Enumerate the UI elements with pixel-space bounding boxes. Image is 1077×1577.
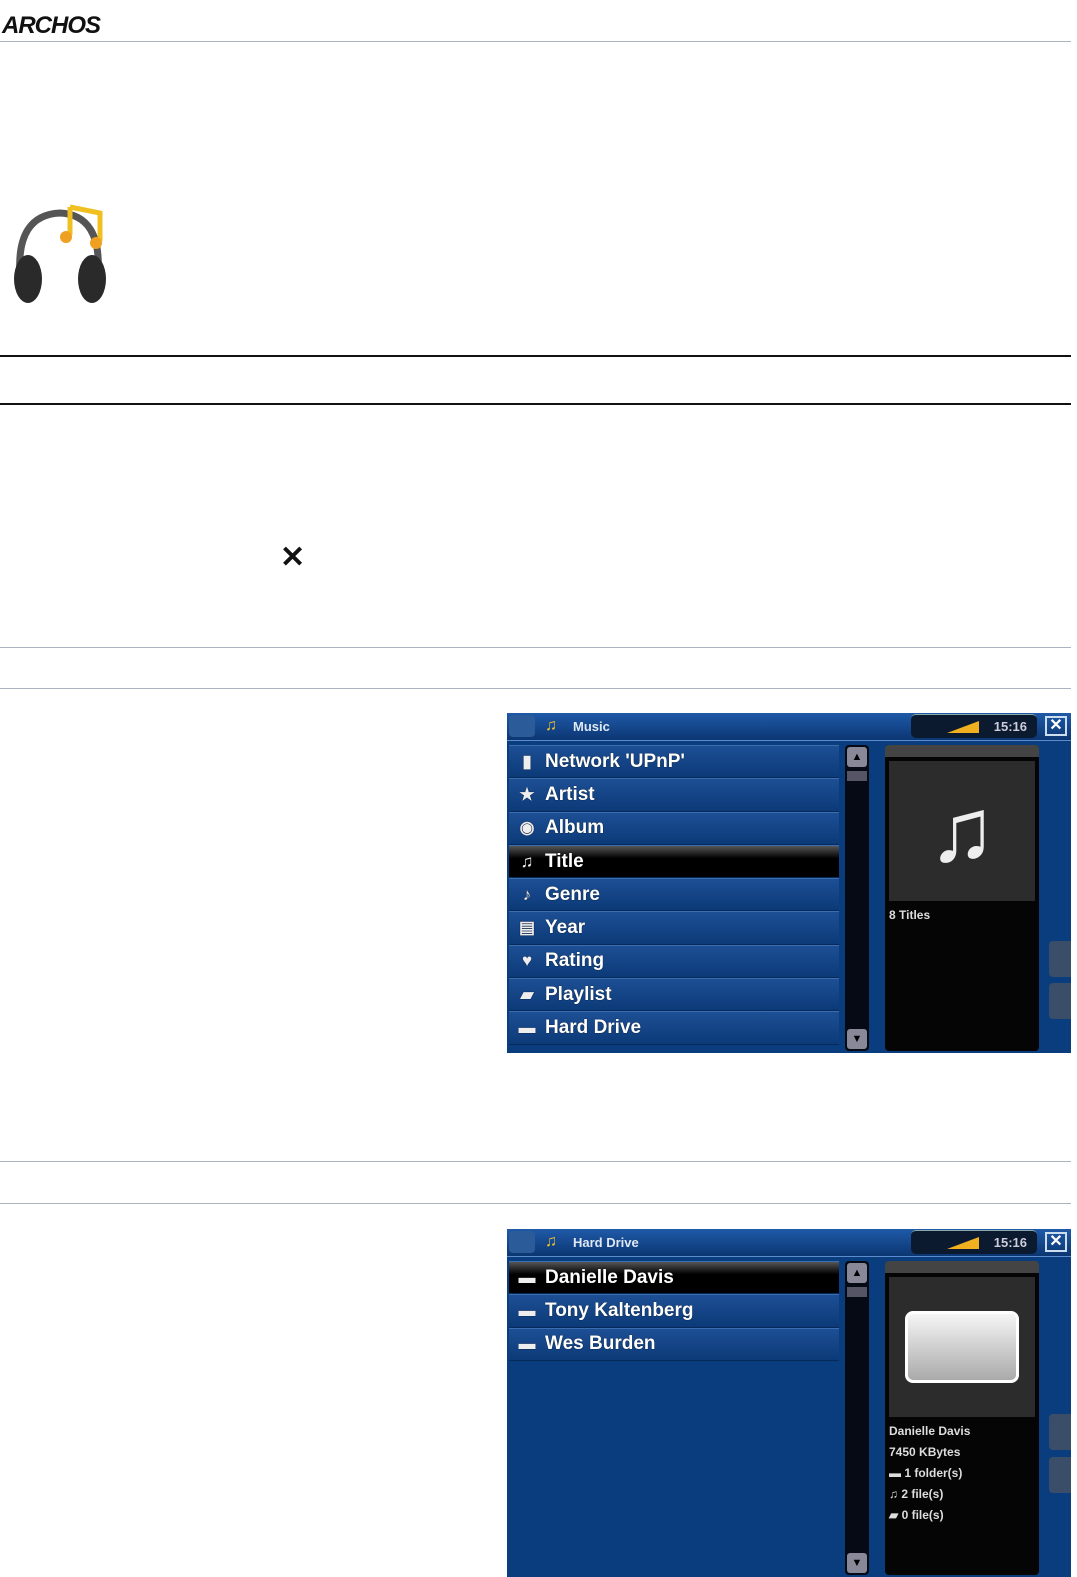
list-item-label: Playlist	[545, 983, 612, 1005]
battery-icon	[947, 721, 979, 733]
star-icon: ★	[519, 784, 535, 804]
close-icon: ✕	[280, 541, 306, 574]
music-note-icon: ♫	[889, 761, 1035, 901]
music-note-icon: ♫	[545, 717, 557, 734]
scrollbar[interactable]: ▲ ▼	[845, 1261, 869, 1575]
list-item[interactable]: ▬ Hard Drive	[509, 1011, 839, 1045]
folder-open-icon: ▬	[518, 1267, 536, 1287]
browser-list: ▮ Network 'UPnP' ★ Artist ◉ Album ♫ Titl…	[509, 745, 839, 1045]
close-button[interactable]: ✕	[1045, 716, 1067, 736]
list-item[interactable]: ▬ Tony Kaltenberg	[509, 1294, 839, 1328]
calendar-icon: ▤	[518, 918, 536, 938]
info-line: 7450 KBytes	[889, 1445, 961, 1459]
network-icon: ▮	[522, 751, 532, 771]
screen-title: Music	[573, 719, 610, 734]
list-item-label: Danielle Davis	[545, 1266, 674, 1288]
info-line: ▰ 0 file(s)	[889, 1508, 944, 1522]
divider	[0, 1161, 1071, 1162]
divider	[0, 688, 1071, 689]
list-item-label: Hard Drive	[545, 1017, 642, 1039]
list-item[interactable]: ▬ Danielle Davis	[509, 1261, 839, 1295]
list-item-label: Network 'UPnP'	[545, 750, 685, 772]
archos-logo: ARCHOS	[2, 12, 101, 39]
screen-title: Hard Drive	[573, 1235, 639, 1250]
list-item[interactable]: ▤ Year	[509, 911, 839, 945]
info-line: Danielle Davis	[889, 1424, 971, 1438]
info-line: 8 Titles	[889, 908, 931, 922]
section-rule-bottom	[0, 403, 1071, 405]
battery-icon	[947, 1237, 979, 1249]
list-item-label: Wes Burden	[545, 1333, 656, 1355]
list-item[interactable]: ▰ Playlist	[509, 978, 839, 1012]
folder-icon: ▬	[518, 1334, 536, 1354]
disc-icon: ◉	[519, 818, 535, 838]
divider	[0, 647, 1071, 648]
playlist-icon: ▰	[520, 984, 534, 1004]
list-item[interactable]: ★ Artist	[509, 778, 839, 812]
heart-icon: ♥	[521, 951, 533, 971]
side-menu-tab[interactable]	[1049, 941, 1071, 977]
info-line: ♫ 2 file(s)	[889, 1487, 944, 1501]
list-item-label: Album	[545, 817, 605, 839]
info-panel: ♫ 8 Titles	[885, 745, 1039, 1051]
genre-icon: ♪	[522, 884, 532, 904]
scroll-thumb[interactable]	[847, 771, 867, 781]
list-item-label: Title	[545, 850, 584, 872]
list-item-label: Year	[545, 917, 586, 939]
folder-icon: ▬	[518, 1018, 536, 1038]
music-headphones-icon	[14, 204, 106, 303]
list-item[interactable]: ♫ Title	[509, 844, 839, 879]
clock: 15:16	[993, 1235, 1027, 1250]
scrollbar[interactable]: ▲ ▼	[845, 745, 869, 1051]
home-button[interactable]	[509, 715, 535, 737]
list-item-label: Genre	[545, 883, 600, 905]
list-item-label: Artist	[545, 783, 595, 805]
header-divider	[0, 41, 1071, 42]
list-item[interactable]: ◉ Album	[509, 811, 839, 845]
status-area: 15:16	[911, 1230, 1037, 1254]
list-item[interactable]: ♪ Genre	[509, 878, 839, 912]
clock: 15:16	[993, 719, 1027, 734]
music-note-icon: ♫	[545, 1233, 557, 1250]
info-panel: Danielle Davis 7450 KBytes ▬ 1 folder(s) ♫ …	[885, 1261, 1039, 1575]
side-menu-tab[interactable]	[1049, 983, 1071, 1019]
music-note-icon: ♫	[520, 851, 534, 871]
folder-icon: ▬	[518, 1300, 536, 1320]
home-button[interactable]	[509, 1231, 535, 1253]
close-button[interactable]: ✕	[1045, 1232, 1067, 1252]
scroll-up-button[interactable]: ▲	[847, 747, 867, 767]
list-item[interactable]: ♥ Rating	[509, 944, 839, 979]
music-browser-screenshot: ♫ Music 15:16 ✕ ▮ Network 'UPnP' ★ Artis…	[507, 713, 1071, 1053]
list-item[interactable]: ▬ Wes Burden	[509, 1327, 839, 1361]
side-menu-tab[interactable]	[1049, 1414, 1071, 1450]
scroll-down-button[interactable]: ▼	[847, 1029, 867, 1049]
hard-drive-browser-screenshot: ♫ Hard Drive 15:16 ✕ ▬ Danielle Davis ▬ …	[507, 1229, 1071, 1577]
status-area: 15:16	[911, 714, 1037, 738]
divider	[0, 1203, 1071, 1204]
folder-icon	[889, 1277, 1035, 1417]
list-item-label: Tony Kaltenberg	[545, 1299, 694, 1321]
side-menu-tab[interactable]	[1049, 1457, 1071, 1493]
list-item-label: Rating	[545, 950, 605, 972]
list-item[interactable]: ▮ Network 'UPnP'	[509, 745, 839, 779]
info-line: ▬ 1 folder(s)	[889, 1466, 963, 1480]
scroll-down-button[interactable]: ▼	[847, 1553, 867, 1573]
browser-list: ▬ Danielle Davis ▬ Tony Kaltenberg ▬ Wes…	[509, 1261, 839, 1361]
scroll-up-button[interactable]: ▲	[847, 1263, 867, 1283]
scroll-thumb[interactable]	[847, 1287, 867, 1297]
section-rule-top	[0, 355, 1071, 357]
